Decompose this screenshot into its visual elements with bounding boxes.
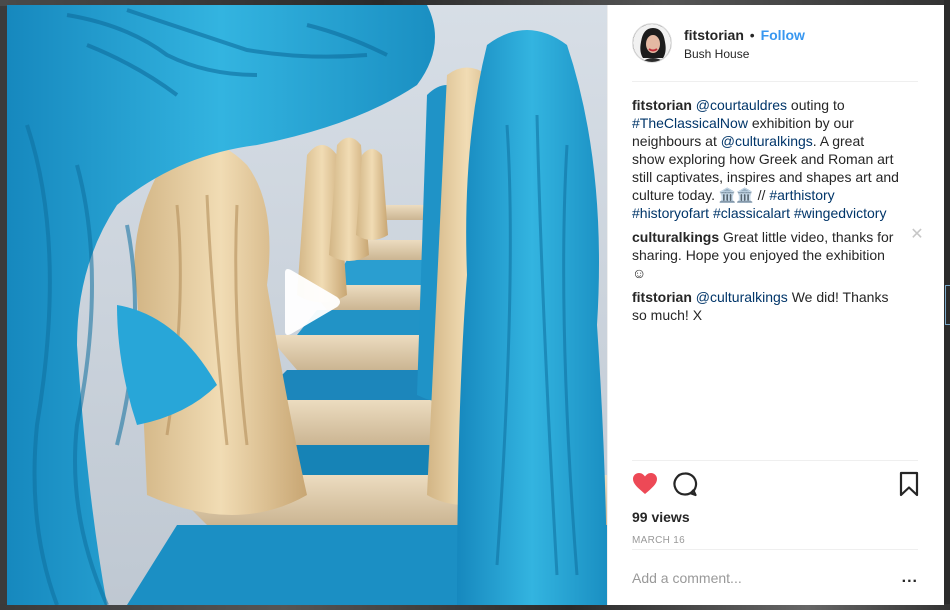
heart-icon <box>633 473 657 494</box>
comment-button[interactable] <box>672 471 698 497</box>
post-date[interactable]: MARCH 16 <box>632 535 918 546</box>
comment-username[interactable]: culturalkings <box>632 229 719 245</box>
avatar[interactable] <box>632 23 672 63</box>
header-line: fitstorian • Follow <box>684 26 805 44</box>
hashtag-link[interactable]: #wingedvictory <box>794 205 887 221</box>
play-button[interactable] <box>277 267 343 337</box>
mention-link[interactable]: @courtauldres <box>696 97 787 113</box>
mention-link[interactable]: @culturalkings <box>696 289 788 305</box>
play-icon <box>285 269 340 335</box>
comment-username[interactable]: fitstorian <box>632 97 692 113</box>
hashtag-link[interactable]: #classicalart <box>713 205 790 221</box>
comment-text: outing to <box>787 97 845 113</box>
view-count[interactable]: 99 views <box>632 509 918 525</box>
post-actions: 99 views MARCH 16 <box>632 460 919 546</box>
add-comment-bar: ... <box>632 549 918 605</box>
comment-item: fitstorian @culturalkings We did! Thanks… <box>632 288 918 324</box>
post-location[interactable]: Bush House <box>684 47 805 61</box>
save-button[interactable] <box>896 471 919 497</box>
like-button[interactable] <box>632 471 658 497</box>
post-modal: fitstorian • Follow Bush House fitstoria… <box>7 5 944 605</box>
post-author-username[interactable]: fitstorian <box>684 27 744 43</box>
caption: fitstorian @courtauldres outing to #TheC… <box>632 96 918 222</box>
post-video[interactable] <box>7 5 607 605</box>
comment-input[interactable] <box>632 569 898 586</box>
action-buttons-row <box>632 471 919 497</box>
comment-text: 🏛️🏛️ // <box>718 187 770 203</box>
post-header: fitstorian • Follow Bush House <box>632 5 918 82</box>
hashtag-link[interactable]: #arthistory <box>769 187 834 203</box>
hashtag-link[interactable]: #TheClassicalNow <box>632 115 748 131</box>
bookmark-icon <box>899 471 919 497</box>
comment-item: culturalkings Great little video, thanks… <box>632 227 924 282</box>
separator-dot: • <box>749 26 755 43</box>
close-icon[interactable]: ✕ <box>910 227 924 243</box>
page-backdrop-right <box>944 0 950 610</box>
comment-username[interactable]: fitstorian <box>632 289 692 305</box>
follow-button[interactable]: Follow <box>761 27 805 43</box>
post-header-text: fitstorian • Follow Bush House <box>684 26 805 61</box>
comment-bubble-icon <box>673 472 698 497</box>
next-arrow-edge[interactable] <box>945 285 950 325</box>
avatar-image <box>633 24 671 62</box>
post-side-panel: fitstorian • Follow Bush House fitstoria… <box>607 5 944 605</box>
hashtag-link[interactable]: #historyofart <box>632 205 709 221</box>
more-options-button[interactable]: ... <box>898 569 918 585</box>
mention-link[interactable]: @culturalkings <box>721 133 813 149</box>
